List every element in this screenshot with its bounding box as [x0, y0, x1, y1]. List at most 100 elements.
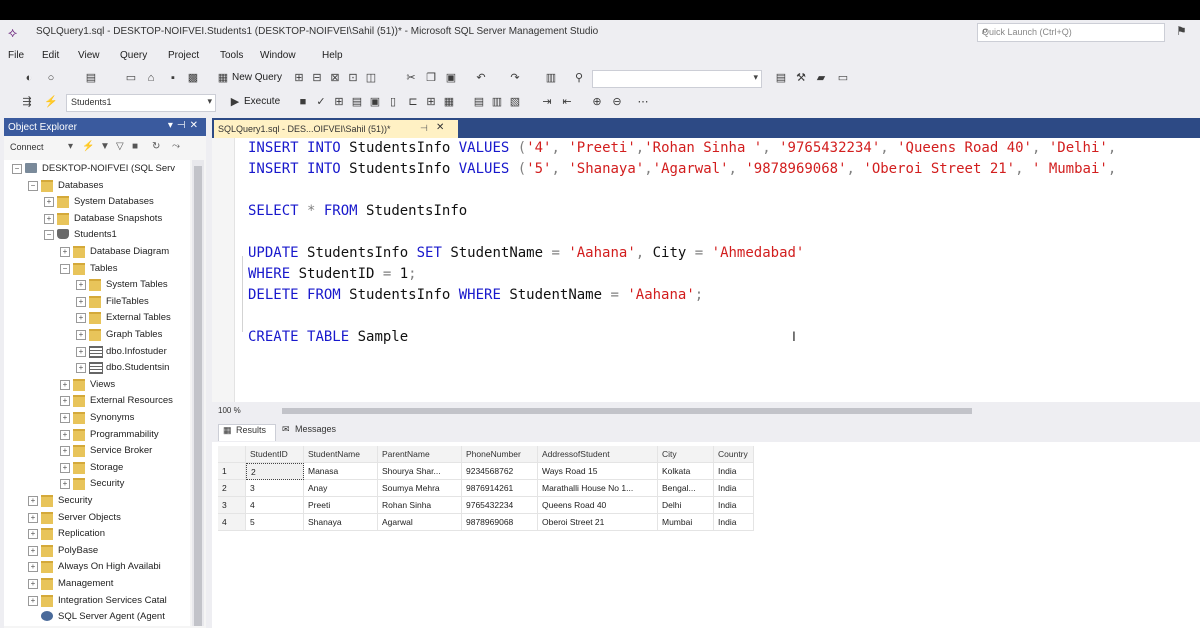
zoom-level[interactable]: 100 % [218, 406, 241, 415]
expand-icon[interactable]: + [60, 379, 70, 390]
quick-launch-input[interactable]: Quick Launch (Ctrl+Q) ⌕ [977, 23, 1165, 42]
grid-cell[interactable]: India [714, 514, 754, 531]
back-icon[interactable]: ◐ [22, 71, 36, 85]
expand-icon[interactable]: + [60, 413, 70, 423]
column-header[interactable]: AddressofStudent [538, 446, 658, 463]
grid-cell[interactable]: 9878969068 [462, 514, 538, 531]
tab-results[interactable]: ▦ Results [218, 424, 276, 441]
connect-button[interactable]: Connect [10, 142, 44, 152]
save-icon[interactable]: ▪ [166, 71, 180, 85]
expand-icon[interactable]: + [28, 529, 38, 540]
disconnect-icon[interactable]: ⚡ [82, 141, 94, 152]
refresh-icon[interactable]: ↻ [152, 141, 160, 152]
editor-horizontal-scrollbar[interactable]: 100 % [212, 404, 1200, 418]
column-header[interactable]: City [658, 446, 714, 463]
wrench-icon[interactable]: ⚒ [794, 71, 808, 85]
code-line[interactable]: WHERE StudentID = 1; [248, 264, 417, 284]
paste-icon[interactable]: ▣ [444, 71, 458, 85]
debug-step-icon[interactable]: ⊖ [610, 95, 624, 109]
grid-cell[interactable]: 4 [246, 497, 304, 514]
new-project-icon[interactable]: ▤ [84, 71, 98, 85]
database-selector[interactable]: Students1 ▾ [66, 94, 216, 112]
parse-check-icon[interactable]: ✓ [314, 95, 328, 109]
code-line[interactable]: INSERT INTO StudentsInfo VALUES ('5', 'S… [248, 159, 1116, 179]
expand-icon[interactable]: + [44, 213, 54, 224]
menu-file[interactable]: File [8, 50, 24, 61]
grid-cell[interactable]: Rohan Sinha [378, 497, 462, 514]
expand-icon[interactable]: + [60, 429, 70, 440]
open-file-icon[interactable]: ⌂ [144, 71, 158, 85]
das-query-icon[interactable]: ⊡ [346, 71, 360, 85]
add-item-icon[interactable]: ▭ [124, 71, 138, 85]
code-line[interactable]: DELETE FROM StudentsInfo WHERE StudentNa… [248, 285, 703, 305]
expand-icon[interactable]: + [44, 197, 54, 208]
grid-cell[interactable]: Soumya Mehra [378, 480, 462, 497]
grid-cell[interactable]: Delhi [658, 497, 714, 514]
activity-monitor-icon[interactable]: ◫ [364, 71, 378, 85]
expand-icon[interactable]: + [76, 313, 86, 324]
pin-icon[interactable]: ⊣ [420, 123, 428, 134]
menu-view[interactable]: View [78, 50, 100, 61]
comment-icon[interactable]: ▤ [472, 95, 486, 109]
collapse-icon[interactable]: − [12, 164, 22, 174]
query-editor[interactable]: I INSERT INTO StudentsInfo VALUES ('4', … [212, 138, 1200, 402]
forward-icon[interactable]: ○ [44, 71, 58, 85]
search-combo[interactable]: ▾ [592, 70, 762, 88]
properties-icon[interactable]: ▤ [774, 71, 788, 85]
cut-icon[interactable]: ✂ [404, 71, 418, 85]
grid-cell[interactable]: Shanaya [304, 514, 378, 531]
grid-cell[interactable]: Ways Road 15 [538, 463, 658, 480]
indent-icon[interactable]: ⇥ [540, 95, 554, 109]
intellisense-icon[interactable]: ▣ [368, 95, 382, 109]
collapse-icon[interactable]: − [44, 230, 54, 241]
expand-icon[interactable]: + [28, 579, 38, 589]
change-connection-icon[interactable]: ⚡ [44, 95, 58, 109]
grid-cell[interactable]: Shourya Shar... [378, 463, 462, 480]
expand-icon[interactable]: + [76, 330, 86, 340]
stop-icon[interactable]: ■ [132, 141, 138, 152]
feedback-icon[interactable]: ⚑ [1176, 24, 1187, 38]
scrollbar-thumb[interactable] [194, 166, 202, 626]
grid-cell[interactable]: Anay [304, 480, 378, 497]
display-plan-icon[interactable]: ⊞ [332, 95, 346, 109]
connect-icon[interactable]: ⇶ [20, 95, 34, 109]
solution-config-icon[interactable]: ⚲ [572, 71, 586, 85]
column-header[interactable]: ParentName [378, 446, 462, 463]
tab-messages[interactable]: ✉ Messages [278, 424, 348, 440]
expand-icon[interactable]: + [28, 595, 38, 606]
mdx-query-icon[interactable]: ⊞ [292, 71, 306, 85]
xmla-query-icon[interactable]: ⊠ [328, 71, 342, 85]
grid-cell[interactable]: 9765432234 [462, 497, 538, 514]
grid-cell[interactable]: Agarwal [378, 514, 462, 531]
grid-cell[interactable]: 9876914261 [462, 480, 538, 497]
close-tab-icon[interactable]: ✕ [436, 122, 444, 133]
expand-icon[interactable]: + [76, 346, 86, 357]
expand-icon[interactable]: + [60, 462, 70, 473]
new-query-button[interactable]: New Query [232, 72, 282, 83]
expand-icon[interactable]: + [60, 396, 70, 407]
expand-icon[interactable]: + [60, 446, 70, 457]
code-line[interactable]: UPDATE StudentsInfo SET StudentName = 'A… [248, 243, 804, 263]
query-designer-icon[interactable]: ▤ [350, 95, 364, 109]
scrollbar-thumb[interactable] [282, 408, 972, 414]
row-number[interactable]: 1 [218, 463, 246, 480]
code-line[interactable]: CREATE TABLE Sample [248, 327, 408, 347]
row-number[interactable]: 3 [218, 497, 246, 514]
grid-cell[interactable]: India [714, 463, 754, 480]
column-header[interactable]: PhoneNumber [462, 446, 538, 463]
menu-window[interactable]: Window [260, 50, 296, 61]
uncomment-icon[interactable]: ▥ [490, 95, 504, 109]
tree-vertical-scrollbar[interactable] [192, 160, 204, 626]
grid-cell[interactable]: Bengal... [658, 480, 714, 497]
debug-icon[interactable]: ⊕ [590, 95, 604, 109]
activity-icon[interactable]: ⤳ [172, 141, 180, 152]
results-to-grid-icon[interactable]: ⊞ [424, 95, 438, 109]
grid-cell[interactable]: Marathalli House No 1... [538, 480, 658, 497]
grid-cell[interactable]: India [714, 480, 754, 497]
toolbar-options-icon[interactable]: ⋯ [636, 95, 650, 109]
collapse-icon[interactable]: − [60, 263, 70, 274]
expand-icon[interactable]: + [76, 280, 86, 291]
expand-icon[interactable]: + [76, 296, 86, 307]
toolbox-icon[interactable]: ▰ [814, 71, 828, 85]
expand-icon[interactable]: + [60, 247, 70, 257]
